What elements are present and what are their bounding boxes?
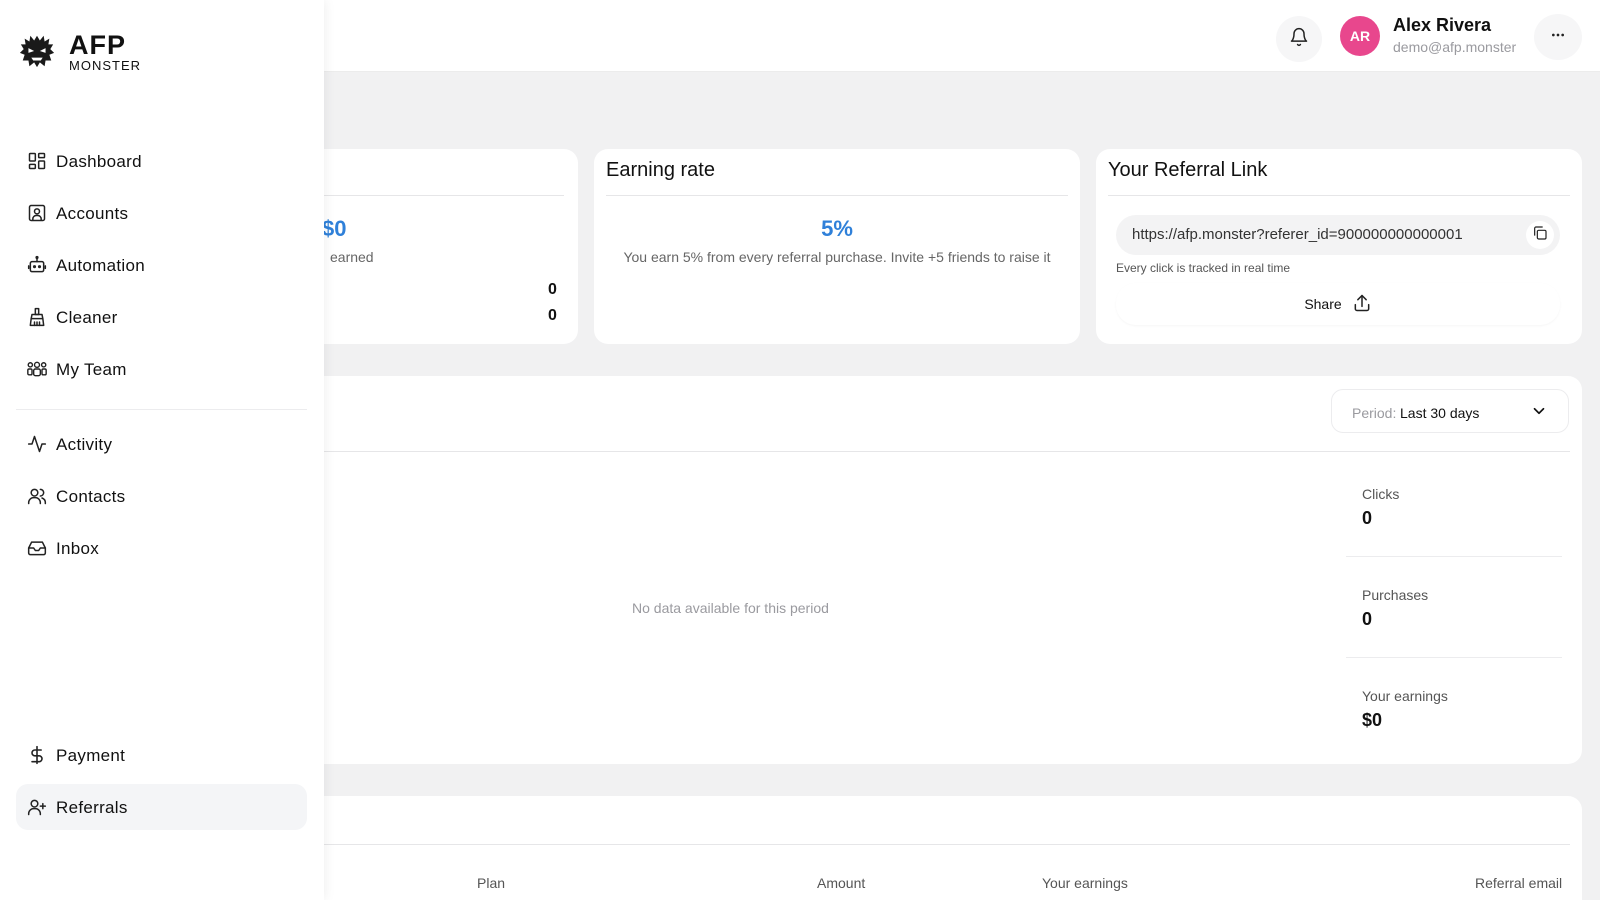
avatar[interactable]: AR	[1340, 16, 1380, 56]
team-icon	[26, 358, 48, 380]
earning-rate-title: Earning rate	[606, 159, 715, 181]
sidebar-item-label: Contacts	[56, 487, 126, 506]
sidebar-item-contacts[interactable]: Contacts	[16, 473, 307, 519]
earnings-row-value-1: 0	[548, 281, 557, 298]
stat-label-clicks: Clicks	[1362, 486, 1400, 502]
dashboard-icon	[26, 150, 48, 172]
referral-link-card: Your Referral Link https://afp.monster?r…	[1096, 149, 1582, 344]
automation-icon	[26, 254, 48, 276]
earning-rate-value: 5%	[821, 216, 853, 241]
brand-name: AFP	[69, 30, 126, 60]
user-name: Alex Rivera	[1393, 15, 1492, 35]
sidebar-divider	[16, 409, 307, 410]
inbox-icon	[26, 537, 48, 559]
sidebar-item-my-team[interactable]: My Team	[16, 346, 307, 392]
sidebar: AFP MONSTER Dashboard Accounts Automatio…	[0, 0, 324, 900]
sidebar-item-label: Dashboard	[56, 152, 142, 171]
period-value: Last 30 days	[1400, 405, 1480, 421]
referrals-table	[200, 796, 1582, 900]
sidebar-item-accounts[interactable]: Accounts	[16, 190, 307, 236]
sidebar-item-automation[interactable]: Automation	[16, 242, 307, 288]
referral-link-text[interactable]: https://afp.monster?referer_id=900000000…	[1132, 226, 1463, 243]
column-header-amount: Amount	[817, 875, 866, 891]
bell-icon	[1289, 27, 1309, 52]
earning-rate-description: You earn 5% from every referral purchase…	[623, 249, 1051, 265]
monster-icon	[18, 32, 56, 75]
sidebar-item-inbox[interactable]: Inbox	[16, 525, 307, 571]
stat-label-purchases: Purchases	[1362, 587, 1429, 603]
more-horizontal-icon	[1550, 27, 1566, 48]
accounts-icon	[26, 202, 48, 224]
sidebar-item-label: My Team	[56, 360, 127, 379]
dollar-icon	[26, 744, 48, 766]
earning-rate-card: Earning rate 5% You earn 5% from every r…	[594, 149, 1080, 344]
sidebar-item-label: Accounts	[56, 204, 129, 223]
share-icon	[1352, 293, 1372, 316]
referral-link-field[interactable]: https://afp.monster?referer_id=900000000…	[1116, 215, 1560, 255]
panel-divider	[200, 451, 1570, 452]
referral-note: Every click is tracked in real time	[1116, 261, 1291, 275]
chevron-down-icon	[1530, 402, 1548, 425]
copy-icon	[1532, 225, 1548, 246]
sidebar-item-label: Referrals	[56, 798, 128, 817]
stat-value-clicks: 0	[1362, 508, 1373, 528]
earned-amount: $0	[322, 216, 347, 241]
contacts-icon	[26, 485, 48, 507]
sidebar-item-label: Inbox	[56, 539, 100, 558]
column-header-plan: Plan	[477, 875, 506, 891]
column-header-referral-email: Referral email	[1475, 875, 1563, 891]
stats-panel	[200, 376, 1582, 764]
sidebar-item-label: Payment	[56, 746, 126, 765]
sidebar-item-dashboard[interactable]: Dashboard	[16, 138, 307, 184]
earned-caption: earned	[330, 249, 374, 265]
sidebar-item-label: Activity	[56, 435, 113, 454]
stat-divider	[1346, 657, 1562, 658]
stat-label-earnings: Your earnings	[1362, 688, 1448, 704]
card-divider	[1108, 195, 1570, 196]
table-divider	[200, 844, 1570, 845]
share-button[interactable]: Share	[1116, 283, 1560, 325]
cleaner-icon	[26, 306, 48, 328]
sidebar-item-label: Automation	[56, 256, 145, 275]
notifications-button[interactable]	[1276, 16, 1322, 62]
sidebar-item-activity[interactable]: Activity	[16, 421, 307, 467]
stat-value-purchases: 0	[1362, 609, 1373, 629]
sidebar-item-referrals[interactable]: Referrals	[16, 784, 307, 830]
no-data-message: No data available for this period	[632, 600, 829, 616]
user-email: demo@afp.monster	[1393, 39, 1517, 55]
sidebar-item-payment[interactable]: Payment	[16, 732, 307, 778]
stat-value-earnings: $0	[1362, 710, 1383, 730]
sidebar-item-cleaner[interactable]: Cleaner	[16, 294, 307, 340]
referral-link-title: Your Referral Link	[1108, 159, 1268, 181]
period-select[interactable]: Period: Last 30 days	[1331, 389, 1569, 433]
earnings-row-value-2: 0	[548, 307, 557, 324]
brand-sub: MONSTER	[69, 58, 141, 73]
activity-icon	[26, 433, 48, 455]
period-label: Period:	[1352, 405, 1397, 421]
stat-divider	[1346, 556, 1562, 557]
copy-button[interactable]	[1526, 221, 1554, 249]
sidebar-item-label: Cleaner	[56, 308, 118, 327]
more-button[interactable]	[1534, 14, 1582, 60]
share-label: Share	[1304, 296, 1342, 312]
card-divider	[606, 195, 1068, 196]
column-header-earnings: Your earnings	[1042, 875, 1128, 891]
user-plus-icon	[26, 796, 48, 818]
